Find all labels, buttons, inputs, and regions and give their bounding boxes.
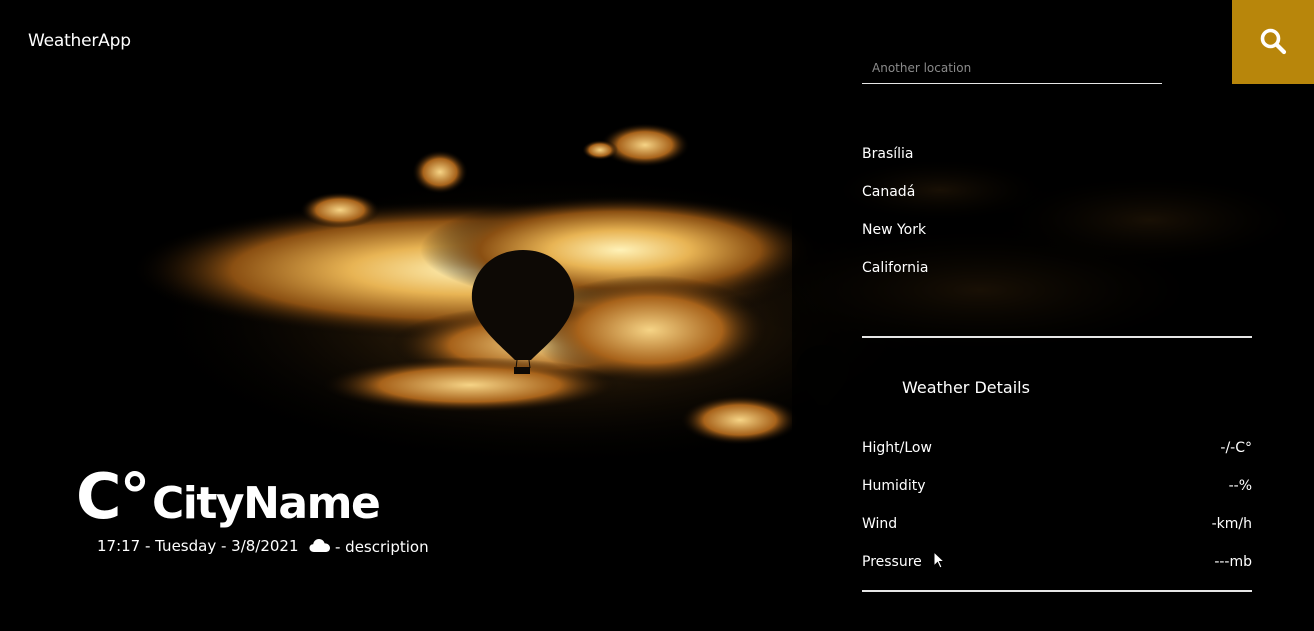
- detail-label: Wind: [862, 516, 898, 532]
- location-item-canada[interactable]: Canadá: [862, 182, 928, 220]
- location-item-california[interactable]: California: [862, 258, 928, 296]
- detail-row-wind: Wind -km/h: [862, 514, 1252, 552]
- detail-label: Hight/Low: [862, 440, 932, 456]
- weather-condition: - description: [309, 537, 429, 557]
- mouse-cursor-icon: [933, 550, 946, 573]
- detail-value: -km/h: [1211, 516, 1252, 532]
- search-button[interactable]: [1232, 0, 1314, 84]
- divider: [862, 590, 1252, 592]
- detail-row-pressure: Pressure ---mb: [862, 552, 1252, 590]
- detail-label: Pressure: [862, 554, 922, 570]
- search-icon: [1259, 27, 1287, 58]
- detail-row-high-low: Hight/Low -/-C°: [862, 438, 1252, 476]
- weather-description: - description: [335, 538, 429, 556]
- search-input[interactable]: [862, 52, 1162, 84]
- weather-details: Hight/Low -/-C° Humidity --% Wind -km/h …: [862, 438, 1252, 590]
- detail-value: --%: [1228, 478, 1252, 494]
- location-list: Brasília Canadá New York California: [862, 144, 928, 296]
- city-name: CityName: [152, 478, 381, 529]
- divider: [862, 336, 1252, 338]
- location-item-new-york[interactable]: New York: [862, 220, 928, 258]
- location-item-brasilia[interactable]: Brasília: [862, 144, 928, 182]
- temperature: C°: [76, 460, 151, 533]
- weather-details-title: Weather Details: [902, 378, 1030, 397]
- cloud-icon: [309, 537, 331, 557]
- date-time: 17:17 - Tuesday - 3/8/2021: [97, 537, 299, 555]
- detail-value: -/-C°: [1220, 440, 1252, 456]
- detail-row-humidity: Humidity --%: [862, 476, 1252, 514]
- app-logo[interactable]: WeatherApp: [28, 31, 131, 51]
- detail-value: ---mb: [1214, 554, 1252, 570]
- detail-label: Humidity: [862, 478, 926, 494]
